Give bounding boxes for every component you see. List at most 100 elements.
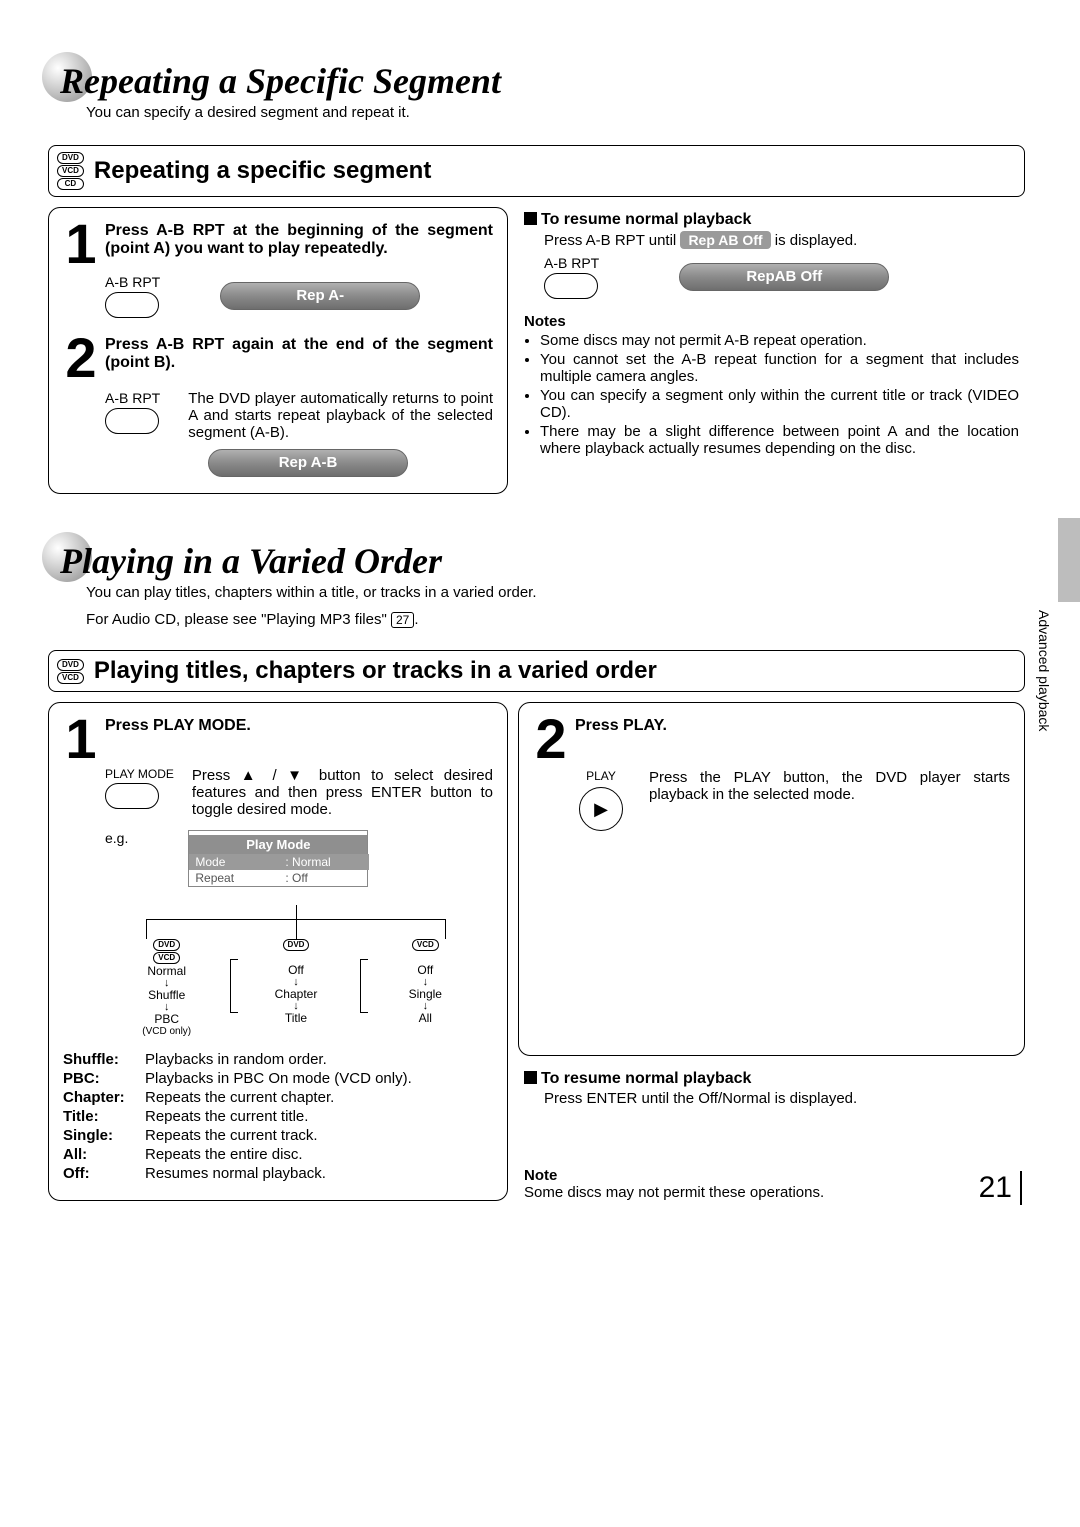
- def-val: Repeats the current chapter.: [145, 1089, 334, 1106]
- connector-line: [146, 919, 147, 939]
- def-key: Chapter:: [63, 1089, 139, 1106]
- osd-repab-off: RepAB Off: [679, 263, 889, 291]
- disc-tag: VCD: [57, 672, 84, 684]
- section1-subtitle: You can specify a desired segment and re…: [86, 104, 1025, 121]
- section1-bar-title: Repeating a specific segment: [94, 157, 431, 185]
- step-number: 1: [63, 717, 99, 761]
- note-text: Some discs may not permit these operatio…: [524, 1184, 1019, 1201]
- connector-line: [445, 919, 446, 939]
- step2-body: The DVD player automatically returns to …: [188, 390, 493, 441]
- arrow-down-icon: [293, 1001, 299, 1011]
- note-item: You can specify a segment only within th…: [540, 387, 1019, 421]
- step-number: 2: [63, 336, 99, 380]
- connector-line: [296, 905, 297, 919]
- section1-steps-card: 1 Press A-B RPT at the beginning of the …: [48, 207, 508, 494]
- section2-step1-card: 1 Press PLAY MODE. PLAY MODE Press ▲ / ▼…: [48, 702, 508, 1201]
- def-key: Title:: [63, 1108, 139, 1125]
- def-key: PBC:: [63, 1070, 139, 1087]
- osd-rep-ab: Rep A-B: [208, 449, 408, 477]
- section1-title: Repeating a Specific Segment: [60, 60, 1025, 102]
- def-val: Playbacks in PBC On mode (VCD only).: [145, 1070, 412, 1087]
- resume2-line: Press ENTER until the Off/Normal is disp…: [544, 1090, 1019, 1107]
- resume-line-pre: Press A-B RPT until: [544, 232, 680, 249]
- arrow-down-icon: [423, 1001, 429, 1011]
- note-item: There may be a slight difference between…: [540, 423, 1019, 457]
- definitions-list: Shuffle:Playbacks in random order. PBC:P…: [63, 1051, 493, 1182]
- bracket-icon: [230, 959, 238, 1013]
- section2-title: Playing in a Varied Order: [60, 540, 1025, 582]
- tree-node: Shuffle: [142, 988, 192, 1002]
- section1-bar: DVD VCD CD Repeating a specific segment: [48, 145, 1025, 197]
- tree-node: Title: [271, 1011, 321, 1025]
- step-number: 1: [63, 222, 99, 266]
- connector-line: [296, 919, 297, 939]
- note-item: You cannot set the A-B repeat function f…: [540, 351, 1019, 385]
- def-val: Repeats the entire disc.: [145, 1146, 303, 1163]
- step-number: 2: [533, 717, 569, 761]
- notes-heading: Notes: [524, 313, 1019, 330]
- def-val: Repeats the current title.: [145, 1108, 308, 1125]
- disc-tags: DVD VCD CD: [57, 152, 84, 190]
- tree-node: Off: [400, 963, 450, 977]
- tree-node: PBC: [142, 1012, 192, 1026]
- tree-node: Chapter: [271, 987, 321, 1001]
- section2-sub2-pre: For Audio CD, please see "Playing MP3 fi…: [86, 611, 391, 628]
- button-label: A-B RPT: [544, 255, 599, 271]
- disc-tag: VCD: [412, 939, 439, 951]
- side-tab: [1058, 518, 1080, 602]
- tree-node: Normal: [142, 964, 192, 978]
- disc-tag: DVD: [57, 152, 84, 164]
- def-val: Resumes normal playback.: [145, 1165, 326, 1182]
- playmode-button-icon: [105, 783, 159, 809]
- tree-node: Single: [400, 987, 450, 1001]
- play-button-icon: ▶: [579, 787, 623, 831]
- button-label: A-B RPT: [105, 390, 160, 406]
- section2-bar-title: Playing titles, chapters or tracks in a …: [94, 657, 657, 685]
- def-key: All:: [63, 1146, 139, 1163]
- disc-tag: VCD: [57, 165, 84, 177]
- notes-list: Some discs may not permit A-B repeat ope…: [524, 332, 1019, 457]
- note-item: Some discs may not permit A-B repeat ope…: [540, 332, 1019, 349]
- step1-body: Press ▲ / ▼ button to select desired fea…: [192, 767, 493, 818]
- pm-repeat-val: : Off: [279, 870, 369, 886]
- disc-tag: CD: [57, 178, 84, 190]
- button-label: PLAY: [579, 769, 623, 783]
- def-key: Off:: [63, 1165, 139, 1182]
- page-number: 21: [979, 1171, 1022, 1205]
- disc-tag: DVD: [283, 939, 310, 951]
- section2-bar: DVD VCD Playing titles, chapters or trac…: [48, 650, 1025, 692]
- pm-repeat-key: Repeat: [189, 870, 279, 886]
- disc-tag: DVD: [57, 659, 84, 671]
- section1-right: To resume normal playback Press A-B RPT …: [518, 207, 1025, 494]
- def-key: Single:: [63, 1127, 139, 1144]
- pm-mode-key: Mode: [189, 854, 279, 870]
- disc-tags: DVD VCD: [57, 659, 84, 684]
- disc-tag: VCD: [153, 952, 180, 964]
- def-val: Repeats the current track.: [145, 1127, 318, 1144]
- step2-text: Press PLAY.: [575, 717, 667, 735]
- playmode-panel-title: Play Mode: [189, 835, 367, 854]
- def-val: Playbacks in random order.: [145, 1051, 327, 1068]
- tree-node: All: [400, 1011, 450, 1025]
- arrow-down-icon: [423, 977, 429, 987]
- step1-text: Press PLAY MODE.: [105, 717, 493, 735]
- resume-line-post: is displayed.: [771, 232, 858, 249]
- arrow-down-icon: [164, 978, 170, 988]
- osd-rep-a: Rep A-: [220, 282, 420, 310]
- tree-node-sub: (VCD only): [140, 1026, 193, 1037]
- pm-mode-val: : Normal: [279, 854, 369, 870]
- button-label: PLAY MODE: [105, 767, 174, 781]
- square-bullet-icon: [524, 1071, 537, 1084]
- side-section-label: Advanced playback: [1036, 610, 1052, 731]
- square-bullet-icon: [524, 212, 537, 225]
- arrow-down-icon: [164, 1002, 170, 1012]
- section2-sub1: You can play titles, chapters within a t…: [86, 584, 1025, 601]
- step2-body: Press the PLAY button, the DVD player st…: [649, 769, 1010, 803]
- eg-label: e.g.: [105, 830, 128, 846]
- page-ref: 27: [391, 612, 414, 628]
- note-heading: Note: [524, 1167, 1019, 1184]
- bracket-icon: [360, 959, 368, 1013]
- osd-chip: Rep AB Off: [680, 231, 770, 249]
- section2-step2-card: 2 Press PLAY. PLAY ▶ Press the PLAY butt…: [518, 702, 1025, 1056]
- button-label: A-B RPT: [105, 274, 160, 290]
